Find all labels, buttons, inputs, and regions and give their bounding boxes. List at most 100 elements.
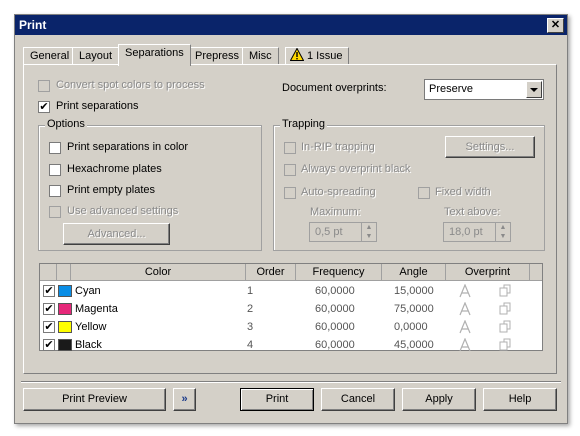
tab-issues[interactable]: 1 Issue	[285, 47, 350, 65]
tab-layout[interactable]: Layout	[72, 47, 120, 65]
spinner-arrows[interactable]: ▲ ▼	[361, 223, 376, 241]
help-button[interactable]: Help	[483, 388, 557, 411]
plate-checkbox[interactable]: ✔	[43, 339, 55, 351]
table-row[interactable]: ✔ Yellow 3 60,0000 0,0000	[40, 318, 542, 336]
print-in-color-checkbox[interactable]	[49, 142, 61, 154]
maximum-label: Maximum:	[310, 206, 361, 218]
plate-order: 1	[247, 285, 254, 297]
color-swatch	[58, 339, 72, 351]
color-swatch	[58, 303, 72, 315]
apply-button[interactable]: Apply	[402, 388, 476, 411]
text-above-spinner[interactable]: 18,0 pt ▲ ▼	[443, 222, 511, 242]
plate-checkbox[interactable]: ✔	[43, 321, 55, 333]
close-icon: ✕	[550, 19, 561, 31]
advanced-button-label: Advanced...	[87, 228, 146, 240]
close-button[interactable]: ✕	[547, 18, 564, 33]
maximum-spinner[interactable]: 0,5 pt ▲ ▼	[309, 222, 377, 242]
header-check-column	[40, 264, 57, 281]
header-order[interactable]: Order	[246, 264, 296, 281]
in-rip-trapping-checkbox[interactable]	[284, 142, 296, 154]
print-separations-checkbox[interactable]: ✔	[38, 101, 50, 113]
overprint-text-icon[interactable]	[458, 337, 472, 356]
plate-frequency[interactable]: 60,0000	[315, 318, 355, 336]
print-label: Print	[265, 393, 289, 405]
plate-checkbox[interactable]: ✔	[43, 303, 55, 315]
options-group: Options Print separations in color Hexac…	[38, 118, 262, 251]
plate-frequency[interactable]: 60,0000	[315, 336, 355, 354]
cancel-button[interactable]: Cancel	[321, 388, 395, 411]
header-angle[interactable]: Angle	[382, 264, 446, 281]
color-name: Cyan	[75, 285, 101, 297]
in-rip-trapping-label: In-RIP trapping	[301, 141, 375, 153]
color-name: Black	[75, 339, 102, 351]
header-frequency[interactable]: Frequency	[296, 264, 382, 281]
header-filler	[530, 264, 542, 281]
tab-separations[interactable]: Separations	[118, 44, 191, 66]
plate-angle[interactable]: 15,0000	[394, 282, 434, 300]
options-group-title: Options	[45, 118, 87, 130]
plate-angle[interactable]: 0,0000	[394, 318, 428, 336]
plate-angle[interactable]: 45,0000	[394, 336, 434, 354]
tab-label: General	[30, 50, 70, 62]
header-overprint[interactable]: Overprint	[446, 264, 530, 281]
color-name: Yellow	[75, 321, 107, 333]
plate-angle[interactable]: 75,0000	[394, 300, 434, 318]
auto-spreading-checkbox[interactable]	[284, 187, 296, 199]
plate-order: 4	[247, 339, 254, 351]
always-overprint-black-checkbox[interactable]	[284, 164, 296, 176]
tab-label: Misc	[249, 50, 272, 62]
trapping-settings-label: Settings...	[465, 141, 515, 153]
print-button[interactable]: Print	[240, 388, 314, 411]
help-label: Help	[508, 393, 532, 405]
warning-icon	[289, 47, 305, 61]
dropdown-arrow-button[interactable]	[526, 81, 542, 98]
convert-spot-colors-checkbox[interactable]	[38, 80, 50, 92]
advanced-settings-label: Use advanced settings	[67, 205, 179, 217]
spinner-arrows[interactable]: ▲ ▼	[495, 223, 510, 241]
advanced-button[interactable]: Advanced...	[63, 223, 170, 245]
hexachrome-plates-checkbox[interactable]	[49, 164, 61, 176]
color-swatch	[58, 285, 72, 297]
tab-general[interactable]: General	[23, 47, 77, 65]
title-bar: Print ✕	[15, 15, 567, 35]
tab-label: Layout	[79, 50, 113, 62]
header-color[interactable]: Color	[71, 264, 246, 281]
plate-checkbox[interactable]: ✔	[43, 285, 55, 297]
print-empty-plates-label: Print empty plates	[67, 184, 156, 196]
print-preview-label: Print Preview	[62, 393, 127, 405]
expand-preview-button[interactable]: »	[173, 388, 196, 411]
fixed-width-label: Fixed width	[435, 186, 491, 198]
plate-order: 2	[247, 303, 254, 315]
trapping-settings-button[interactable]: Settings...	[445, 136, 535, 158]
plate-frequency[interactable]: 60,0000	[315, 300, 355, 318]
fixed-width-checkbox[interactable]	[418, 187, 430, 199]
print-empty-plates-checkbox[interactable]	[49, 185, 61, 197]
color-name: Magenta	[75, 303, 118, 315]
table-row[interactable]: ✔ Magenta 2 60,0000 75,0000	[40, 300, 542, 318]
hexachrome-plates-label: Hexachrome plates	[67, 163, 162, 175]
tab-label: Prepress	[195, 50, 240, 62]
document-overprints-value: Preserve	[429, 83, 474, 95]
tab-prepress[interactable]: Prepress	[188, 47, 247, 65]
document-overprints-dropdown[interactable]: Preserve	[424, 79, 544, 100]
auto-spreading-label: Auto-spreading	[301, 186, 376, 198]
always-overprint-black-label: Always overprint black	[301, 163, 411, 175]
apply-label: Apply	[425, 393, 453, 405]
text-above-value: 18,0 pt	[449, 226, 483, 238]
advanced-settings-checkbox[interactable]	[49, 206, 61, 218]
print-separations-label: Print separations	[56, 100, 139, 112]
trapping-group: Trapping In-RIP trapping Settings... Alw…	[273, 118, 545, 251]
text-above-label: Text above:	[444, 206, 501, 218]
print-preview-button[interactable]: Print Preview	[23, 388, 166, 411]
plate-order: 3	[247, 321, 254, 333]
cancel-label: Cancel	[340, 393, 376, 405]
plate-frequency[interactable]: 60,0000	[315, 282, 355, 300]
document-overprints-label: Document overprints:	[282, 82, 387, 94]
overprint-graphics-icon[interactable]	[498, 338, 512, 356]
table-row[interactable]: ✔ Black 4 60,0000 45,0000	[40, 336, 542, 354]
chevron-down-icon	[530, 88, 538, 92]
color-swatch	[58, 321, 72, 333]
table-row[interactable]: ✔ Cyan 1 60,0000 15,0000	[40, 282, 542, 300]
print-in-color-label: Print separations in color	[67, 141, 189, 153]
tab-misc[interactable]: Misc	[242, 47, 279, 65]
